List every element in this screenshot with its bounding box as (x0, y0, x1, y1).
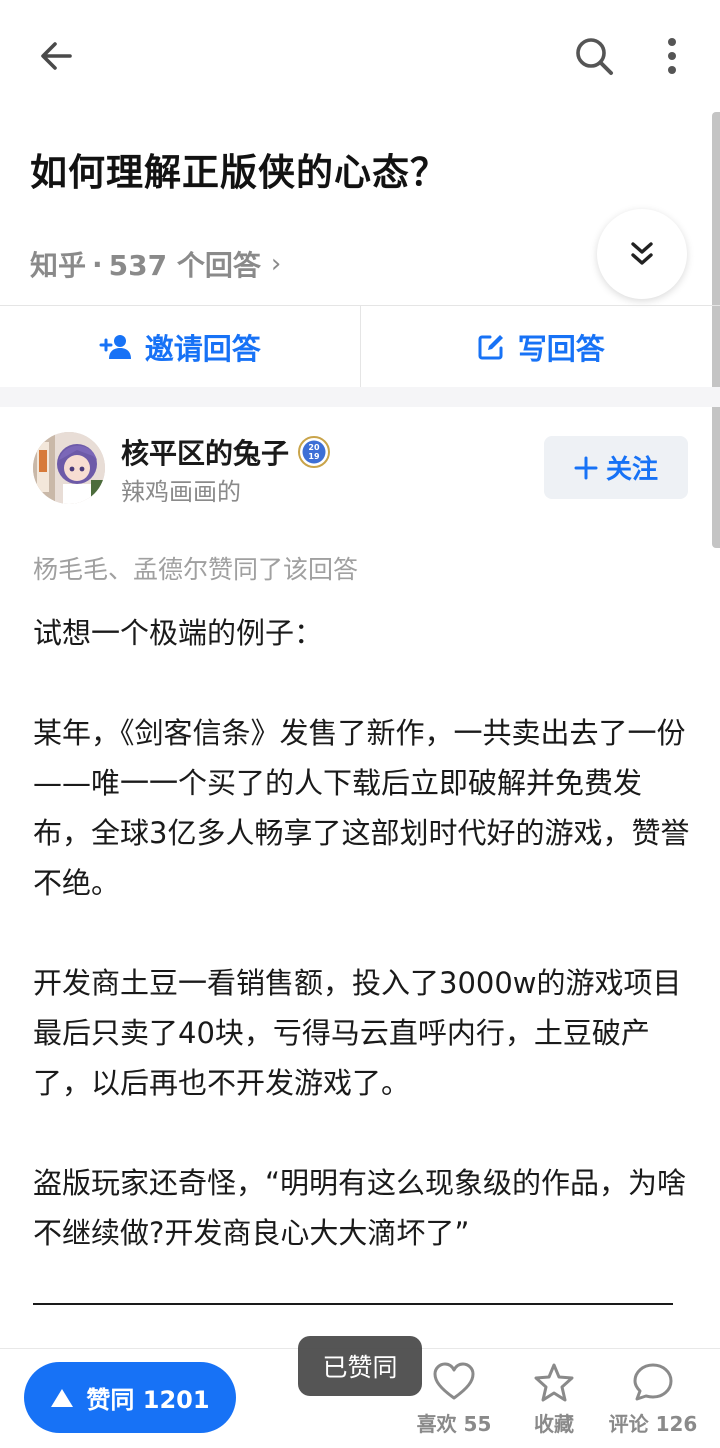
like-label: 喜欢 55 (416, 1412, 492, 1436)
meta-separator: · (92, 247, 103, 281)
upvoters-note: 杨毛毛、孟德尔赞同了该回答 (33, 555, 359, 584)
collect-button[interactable]: 收藏 (509, 1362, 599, 1437)
edit-icon (478, 334, 503, 359)
section-divider (0, 387, 720, 407)
upvote-label: 赞同 1201 (86, 1386, 210, 1414)
source-label: 知乎 (30, 249, 87, 282)
svg-text:19: 19 (308, 452, 320, 461)
year-badge-icon: 20 19 (298, 436, 331, 468)
svg-text:20: 20 (308, 443, 320, 452)
star-icon (534, 1363, 574, 1402)
author-name-text: 核平区的兔子 (121, 437, 290, 470)
upvote-button[interactable]: 赞同 1201 (24, 1362, 236, 1433)
double-chevron-down-icon (631, 242, 653, 265)
horizontal-rule (33, 1303, 673, 1305)
arrow-left-icon (41, 42, 72, 70)
follow-label: 关注 (605, 455, 658, 485)
top-bar (0, 0, 720, 110)
chevron-right-icon: › (270, 249, 282, 279)
invite-answer-button[interactable]: 邀请回答 (0, 306, 360, 387)
question-actions: 邀请回答 写回答 (0, 305, 720, 387)
heart-icon (433, 1362, 475, 1400)
write-answer-label: 写回答 (517, 331, 605, 366)
invite-answer-label: 邀请回答 (144, 331, 261, 366)
answer-paragraph: 某年，《剑客信条》发售了新作，一共卖出去了一份——唯一一个买了的人下载后立即破解… (33, 716, 690, 900)
answer-paragraph: 试想一个极端的例子： (33, 616, 324, 650)
anime-character-avatar-image (33, 432, 105, 504)
write-answer-button[interactable]: 写回答 (361, 306, 720, 387)
answer-content[interactable]: 试想一个极端的例子： 某年，《剑客信条》发售了新作，一共卖出去了一份——唯一一个… (33, 608, 693, 1308)
search-icon (576, 38, 613, 75)
comment-button[interactable]: 评论 126 (608, 1362, 698, 1437)
comment-label: 评论 126 (608, 1412, 698, 1436)
add-user-icon (99, 334, 131, 359)
author-bio: 辣鸡画画的 (121, 478, 241, 506)
plus-icon (574, 456, 598, 479)
question-title[interactable]: 如何理解正版侠的心态？ (30, 142, 448, 196)
like-button[interactable]: 喜欢 55 (409, 1362, 499, 1437)
answer-count: 537 个回答 (108, 249, 261, 282)
triangle-up-icon (51, 1388, 74, 1407)
answer-paragraph: 开发商土豆一看销售额，投入了3000w的游戏项目最后只卖了40块，亏得马云直呼内… (33, 966, 682, 1100)
answer-page: 如何理解正版侠的心态？ 知乎 · 537 个回答 › 邀请回答 写回答 核平区的… (0, 0, 720, 1448)
upvoted-toast: 已赞同 (298, 1336, 422, 1396)
more-vertical-icon (668, 38, 676, 74)
search-button[interactable] (566, 30, 622, 82)
follow-button[interactable]: 关注 (544, 436, 688, 499)
comment-bubble-icon (633, 1363, 673, 1401)
back-button[interactable] (28, 30, 84, 82)
collect-label: 收藏 (534, 1412, 574, 1436)
author-avatar[interactable] (33, 432, 105, 504)
more-options-button[interactable] (648, 30, 696, 82)
author-name[interactable]: 核平区的兔子 20 19 (121, 432, 331, 472)
answer-paragraph: 盗版玩家还奇怪，“明明有这么现象级的作品，为啥不继续做?开发商良心大大滴坏了” (33, 1166, 687, 1250)
question-meta[interactable]: 知乎 · 537 个回答 › (30, 244, 281, 284)
collapse-button[interactable] (597, 209, 687, 299)
